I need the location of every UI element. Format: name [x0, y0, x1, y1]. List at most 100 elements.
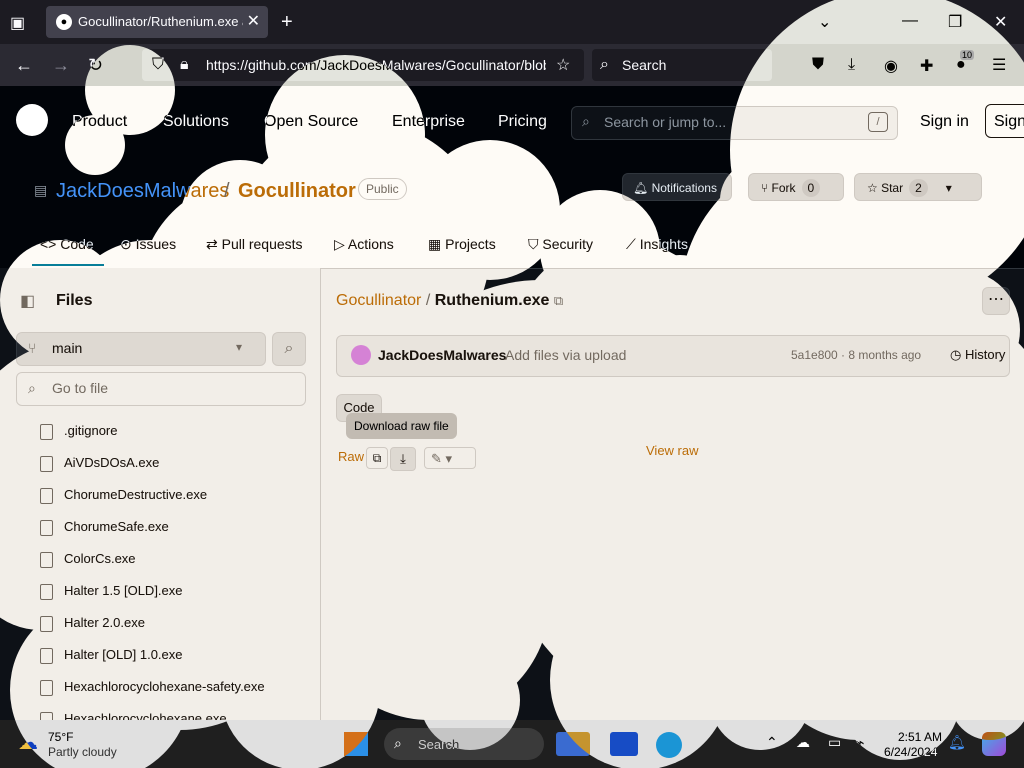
file-explorer-icon[interactable] [610, 732, 638, 756]
weather-icon[interactable]: ☁ [18, 730, 38, 755]
raw-button[interactable]: Raw [338, 449, 364, 464]
file-search-button-icon[interactable]: ⌕ [272, 332, 306, 366]
file-tree-item[interactable]: .gitignore [64, 423, 117, 438]
github-search-placeholder[interactable]: Search or jump to... [604, 114, 726, 130]
clock-date[interactable]: 6/24/2024 [884, 745, 937, 759]
nav-product[interactable]: Product [72, 113, 127, 131]
sign-in-link[interactable]: Sign in [920, 113, 969, 131]
tab-actions[interactable]: ▷ Actions [334, 236, 394, 253]
file-tree-item[interactable]: AiVDsDOsA.exe [64, 455, 159, 470]
tab-close-icon[interactable]: ✕ [247, 11, 260, 31]
breadcrumb-repo-link[interactable]: Gocullinator [336, 292, 421, 309]
taskbar-search[interactable] [384, 728, 544, 760]
copy-raw-icon[interactable]: ⧉ [366, 447, 388, 469]
github-favicon-icon: ● [56, 14, 72, 30]
file-tree-item[interactable]: Hexachlorocyclohexane-safety.exe [64, 679, 265, 694]
sign-up-button[interactable]: Sign [985, 104, 1024, 138]
file-icon [40, 616, 53, 632]
extension-badge: 10 [960, 50, 975, 60]
lock-icon[interactable]: 🔒︎ [180, 56, 189, 74]
show-hidden-icons[interactable]: ⌃ [766, 734, 778, 751]
nav-pricing[interactable]: Pricing [498, 113, 547, 131]
tab-pull-requests[interactable]: ⇄ Pull requests [206, 236, 303, 253]
notifications-button[interactable]: 🔔︎ Notifications [622, 173, 732, 201]
repo-owner-link[interactable]: JackDoesMalwares [56, 180, 229, 203]
download-raw-icon[interactable]: ⤓ [390, 447, 416, 471]
edit-file-button[interactable]: ✎ ▾ [424, 447, 476, 469]
browser-tab[interactable]: ● Gocullinator/Ruthenium.exe at ✕ [46, 6, 268, 38]
copy-path-icon[interactable]: ⧉ [554, 293, 563, 308]
file-tree-item[interactable]: ChorumeSafe.exe [64, 519, 169, 534]
commit-message-link[interactable]: Add files via upload [505, 347, 626, 363]
file-breadcrumb: Gocullinator / Ruthenium.exe ⧉ [336, 292, 563, 310]
list-all-tabs-icon[interactable]: ⌄ [818, 12, 831, 32]
tab-list-icon[interactable]: ▣ [10, 13, 25, 33]
star-button[interactable]: ☆ Star 2 ▾ [854, 173, 982, 201]
search-icon: ⌕ [600, 56, 609, 73]
file-tree-item[interactable]: Halter [OLD] 1.0.exe [64, 647, 183, 662]
minimize-icon[interactable]: — [902, 12, 918, 30]
menu-icon[interactable]: ☰ [992, 55, 1006, 75]
file-tree-item[interactable]: Halter 1.5 [OLD].exe [64, 583, 183, 598]
new-tab-icon[interactable]: + [281, 11, 293, 34]
nav-open-source[interactable]: Open Source [264, 113, 358, 131]
copilot-icon[interactable] [982, 732, 1006, 756]
shield-icon[interactable]: ⛉ [152, 56, 164, 74]
tab-actions-label: Actions [347, 236, 394, 252]
branch-dropdown-icon: ▾ [236, 340, 243, 354]
star-dropdown-icon[interactable]: ▾ [946, 181, 952, 195]
taskbar-search-label[interactable]: Search [418, 737, 459, 752]
commit-meta[interactable]: 5a1e800 · 8 months ago [791, 348, 921, 362]
visibility-badge: Public [358, 178, 407, 200]
tab-insights[interactable]: ⟋ Insights [626, 236, 688, 253]
pocket-icon[interactable]: ⛊ [812, 56, 824, 74]
back-icon[interactable]: ← [15, 55, 33, 76]
github-logo-icon[interactable] [16, 104, 48, 136]
tab-security-label: Security [542, 236, 593, 252]
browser-search-box[interactable] [592, 49, 772, 81]
repo-name-link[interactable]: Gocullinator [238, 180, 356, 203]
onedrive-icon[interactable]: ☁ [796, 734, 810, 751]
notification-bell-icon[interactable]: 🔔︎ [948, 734, 966, 751]
issues-icon: ⊙ [120, 236, 136, 252]
tab-issues[interactable]: ⊙ Issues [120, 236, 176, 253]
window-close-icon[interactable]: ✕ [994, 12, 1007, 32]
tab-code[interactable]: <> Code [40, 236, 94, 252]
file-tree-item[interactable]: Halter 2.0.exe [64, 615, 145, 630]
fork-button[interactable]: ⑂ Fork 0 [748, 173, 844, 201]
tab-projects-label: Projects [445, 236, 496, 252]
display-icon[interactable]: ▭ [828, 734, 841, 751]
collapse-sidebar-icon[interactable]: ◧ [20, 291, 35, 311]
bookmark-star-icon[interactable]: ☆ [556, 55, 570, 75]
url-text[interactable]: https://github.com/JackDoesMalwares/Gocu… [206, 57, 546, 73]
browser-search-placeholder[interactable]: Search [622, 57, 666, 73]
start-icon[interactable] [344, 732, 368, 756]
go-to-file-placeholder[interactable]: Go to file [52, 380, 108, 396]
reload-icon[interactable]: ↻ [88, 55, 103, 76]
network-icon[interactable]: ⌁ [856, 734, 864, 751]
app-icon-1[interactable] [556, 732, 590, 756]
history-link[interactable]: ◷ History [950, 347, 1005, 363]
file-tree-item[interactable]: ChorumeDestructive.exe [64, 487, 207, 502]
file-tree-item[interactable]: ColorCs.exe [64, 551, 136, 566]
extensions-icon[interactable]: ✚ [920, 56, 933, 76]
bell-icon: 🔔︎ [633, 181, 652, 195]
clock-time[interactable]: 2:51 AM [898, 730, 942, 744]
forward-icon[interactable]: → [52, 55, 70, 76]
maximize-icon[interactable]: ❐ [948, 12, 962, 32]
tab-projects[interactable]: ▦ Projects [428, 236, 496, 253]
view-raw-link[interactable]: View raw [646, 443, 699, 458]
weather-description[interactable]: Partly cloudy [48, 745, 117, 759]
commit-author-link[interactable]: JackDoesMalwares [378, 347, 506, 363]
nav-solutions[interactable]: Solutions [163, 113, 229, 131]
notifications-label: Notifications [651, 181, 717, 195]
tab-security[interactable]: ⛉ Security [528, 236, 593, 253]
account-icon[interactable]: ◉ [884, 56, 898, 76]
downloads-icon[interactable]: ⤓ [848, 56, 855, 74]
download-tooltip: Download raw file [346, 413, 457, 439]
more-options-icon[interactable]: ⋯ [982, 287, 1010, 315]
weather-temperature[interactable]: 75°F [48, 730, 73, 744]
firefox-icon[interactable] [656, 732, 682, 758]
nav-enterprise[interactable]: Enterprise [392, 113, 465, 131]
avatar[interactable] [351, 345, 371, 365]
